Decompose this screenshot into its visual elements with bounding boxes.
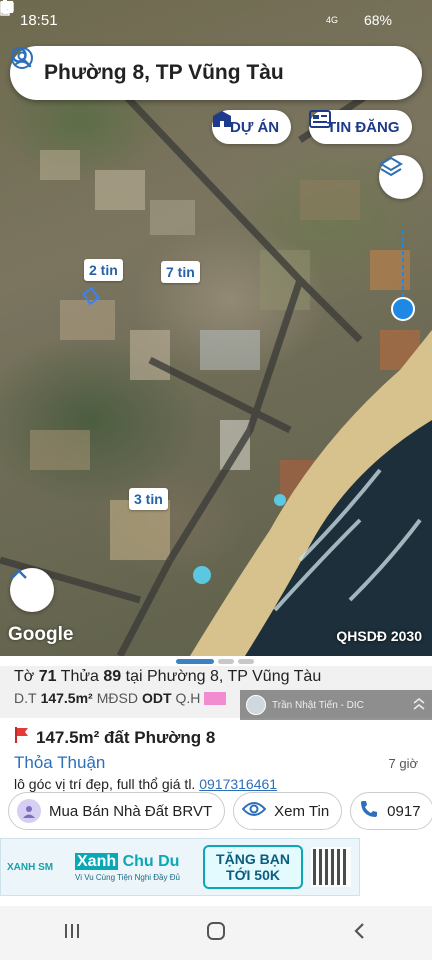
- ad-headline-highlight: Xanh: [75, 852, 119, 870]
- ad-banner[interactable]: XANH SM Xanh Chu Du Vi Vu Cùng Tiện Nghi…: [0, 838, 360, 896]
- view-listing-button[interactable]: Xem Tin: [233, 792, 343, 830]
- battery-icon: [0, 0, 412, 27]
- ad-offer-box[interactable]: TẶNG BẠN TỚI 50K: [203, 845, 303, 889]
- du-an-label: DỰ ÁN: [230, 118, 280, 136]
- user-avatar-icon: [17, 799, 41, 823]
- listing-card[interactable]: 147.5m² đất Phường 8 Thỏa Thuận 7 giờ lô…: [14, 726, 424, 792]
- parcel-location: tại Phường 8, TP Vũng Tàu: [125, 668, 322, 685]
- network-type: 4G: [325, 15, 338, 25]
- listing-phone-link[interactable]: 0917316461: [199, 776, 277, 792]
- alarm-icon: [1, 2, 320, 27]
- planning-color-swatch: [204, 691, 227, 705]
- status-time: 18:51: [20, 11, 58, 29]
- bottom-sheet[interactable]: Tờ 71 Thửa 89 tại Phường 8, TP Vũng Tàu …: [0, 656, 432, 960]
- phone-icon: [359, 799, 379, 823]
- status-bar: 18:51 4G 68%: [0, 0, 432, 40]
- action-row: Mua Bán Nhà Đất BRVT Xem Tin 0917: [8, 792, 432, 830]
- layers-button[interactable]: [379, 155, 423, 199]
- ad-offer-line1: TẶNG BẠN: [216, 851, 290, 867]
- ad-text: Xanh Chu Du Vi Vu Cùng Tiện Nghi Đầy Đủ: [75, 852, 195, 882]
- call-label: 0917: [387, 802, 421, 820]
- check-icon: [1, 1, 98, 27]
- agent-avatar: [246, 695, 266, 715]
- search-bar[interactable]: Phường 8, TP Vũng Tàu: [10, 46, 422, 100]
- system-nav-bar: [0, 906, 432, 960]
- view-listing-label: Xem Tin: [274, 802, 330, 820]
- ad-headline: Xanh Chu Du: [75, 852, 195, 871]
- page-dot-active: [176, 659, 214, 664]
- listing-title[interactable]: 147.5m² đất Phường 8: [14, 726, 424, 749]
- expand-up-button[interactable]: [10, 568, 54, 612]
- ad-headline-rest: Chu Du: [118, 852, 180, 870]
- settings-icon: [0, 0, 118, 27]
- map-marker-listings[interactable]: 3 tin: [129, 488, 168, 510]
- agent-name: Trần Nhật Tiến - DIC: [272, 699, 364, 711]
- area-value: 147.5m²: [40, 690, 93, 706]
- seller-button[interactable]: Mua Bán Nhà Đất BRVT: [8, 792, 226, 830]
- du-an-button[interactable]: DỰ ÁN: [212, 110, 292, 144]
- search-query[interactable]: Phường 8, TP Vũng Tàu: [44, 61, 406, 85]
- eye-icon: [241, 801, 267, 821]
- qr-code-icon: [311, 847, 351, 887]
- ad-offer-line2: TỚI 50K: [226, 867, 280, 883]
- tin-dang-label: TIN ĐĂNG: [327, 118, 400, 136]
- ad-tagline: Vi Vu Cùng Tiện Nghi Đầy Đủ: [75, 872, 180, 882]
- back-icon[interactable]: [350, 921, 370, 946]
- agent-banner[interactable]: Trần Nhật Tiến - DIC: [240, 690, 432, 720]
- map-marker-listings[interactable]: 2 tin: [84, 259, 123, 281]
- land-use-value: ODT: [141, 690, 172, 706]
- tin-dang-button[interactable]: TIN ĐĂNG: [309, 110, 412, 144]
- parcel-prefix: Tờ: [14, 668, 35, 685]
- page-dot: [238, 659, 254, 664]
- parcel-title: Tờ 71 Thửa 89 tại Phường 8, TP Vũng Tàu: [14, 668, 418, 686]
- battery-percent: 68%: [363, 12, 392, 28]
- ad-brand-logo: XANH SM: [7, 861, 54, 873]
- flag-icon: [14, 726, 30, 749]
- mail-icon: [0, 2, 78, 27]
- google-logo: Google: [8, 624, 74, 645]
- collapse-icon[interactable]: [412, 697, 426, 714]
- parcel-lot-label: Thửa: [60, 668, 99, 685]
- listing-description: lô góc vị trí đẹp, full thổ giá tl. 0917…: [14, 776, 424, 792]
- page-indicator: [176, 659, 254, 664]
- page-dot: [218, 659, 234, 664]
- planning-label: Q.H: [175, 690, 201, 706]
- listing-time: 7 giờ: [388, 756, 419, 771]
- satellite-map[interactable]: 18:51 4G 68% Phường 8, TP Vũng Tàu DỰ ÁN…: [0, 0, 432, 656]
- seller-label: Mua Bán Nhà Đất BRVT: [49, 802, 213, 820]
- parcel-lot-number: 89: [103, 668, 122, 685]
- area-label: D.T: [14, 690, 37, 706]
- listing-price: Thỏa Thuận: [14, 753, 106, 772]
- listing-desc-text: lô góc vị trí đẹp, full thổ giá tl.: [14, 776, 196, 792]
- call-button[interactable]: 0917: [350, 792, 432, 830]
- my-location-dot: [391, 297, 415, 321]
- home-icon[interactable]: [206, 921, 226, 946]
- layer-label: QHSDĐ 2030: [336, 628, 422, 644]
- signal-icon: [1, 4, 358, 27]
- recent-apps-icon[interactable]: [62, 921, 82, 946]
- land-use-label: MĐSD: [96, 690, 138, 706]
- parcel-sheet-number: 71: [38, 668, 57, 685]
- map-marker-listings[interactable]: 7 tin: [161, 261, 200, 283]
- listing-title-text: 147.5m² đất Phường 8: [36, 727, 216, 747]
